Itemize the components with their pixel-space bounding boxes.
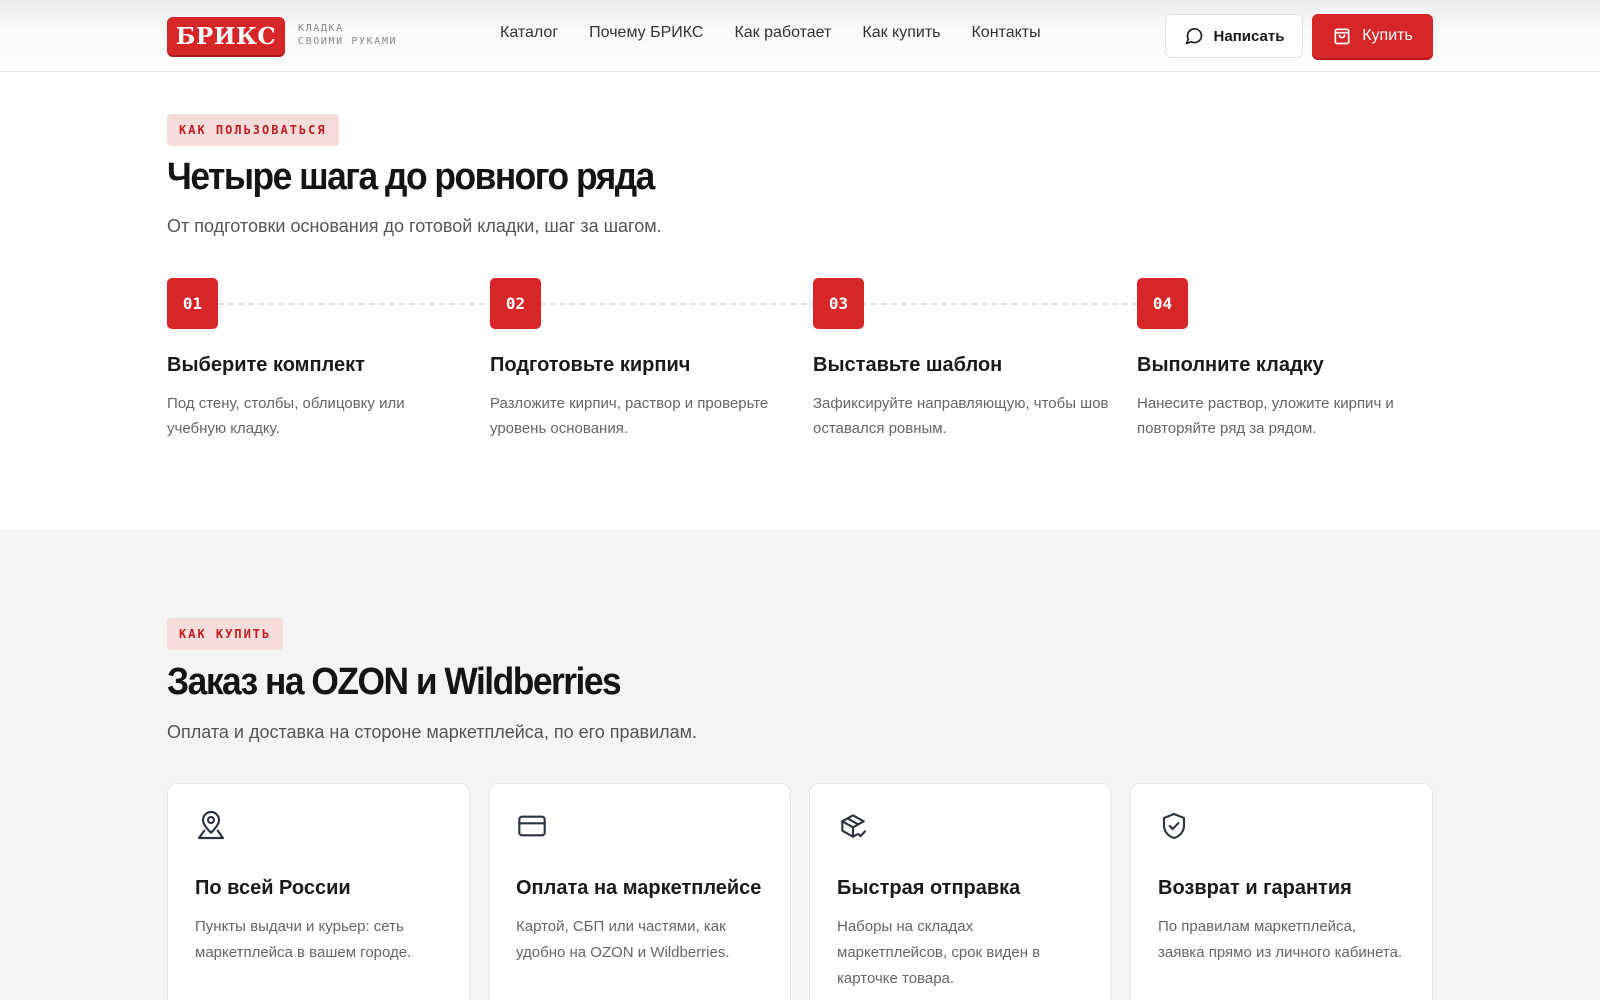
shopping-bag-icon: [1334, 28, 1350, 45]
section-badge-how-to-use: КАК ПОЛЬЗОВАТЬСЯ: [167, 114, 339, 146]
card-text: Наборы на складах маркетплейсов, срок ви…: [837, 918, 1041, 987]
step-item: 02 Подготовьте кирпич Разложите кирпич, …: [490, 278, 790, 441]
section-lead-how-to-buy: Оплата и доставка на стороне маркетплейс…: [167, 722, 698, 742]
step-item: 03 Выставьте шаблон Зафиксируйте направл…: [813, 278, 1113, 441]
nav-item-catalog[interactable]: Каталог: [500, 24, 558, 42]
step-item: 01 Выберите комплект Под стену, столбы, …: [167, 278, 467, 441]
write-button-label: Написать: [1213, 27, 1285, 45]
nav-item-contacts[interactable]: Контакты: [971, 24, 1040, 42]
step-text: Разложите кирпич, раствор и проверьте ур…: [490, 395, 769, 437]
info-card: Быстрая отправка Наборы на складах марке…: [809, 783, 1112, 1000]
step-title: Выполните кладку: [1137, 354, 1324, 376]
step-text: Нанесите раствор, уложите кирпич и повто…: [1137, 395, 1394, 437]
package-check-icon: [841, 814, 867, 838]
step-title: Выберите комплект: [167, 354, 365, 376]
write-button[interactable]: Написать: [1165, 14, 1303, 58]
step-number: 04: [1137, 278, 1188, 329]
nav-item-how-it-works[interactable]: Как работает: [734, 24, 831, 42]
info-card: Оплата на маркетплейсе Картой, СБП или ч…: [488, 783, 791, 1000]
buy-button[interactable]: Купить: [1312, 14, 1433, 58]
step-title: Подготовьте кирпич: [490, 354, 691, 376]
chat-bubble-icon: [1185, 28, 1202, 45]
step-number: 01: [167, 278, 218, 329]
nav-item-why[interactable]: Почему БРИКС: [589, 24, 703, 42]
section-title-how-to-buy: Заказ на OZON и Wildberries: [167, 661, 622, 703]
step-text: Под стену, столбы, облицовку или учебную…: [167, 395, 405, 437]
nav-item-how-to-buy[interactable]: Как купить: [862, 24, 940, 42]
section-badge-how-to-buy: КАК КУПИТЬ: [167, 618, 284, 650]
card-title: По всей России: [195, 877, 351, 899]
step-number: 03: [813, 278, 864, 329]
credit-card-icon: [518, 815, 546, 837]
step-number: 02: [490, 278, 541, 329]
brand-logo[interactable]: БРИКС: [167, 17, 285, 55]
step-title: Выставьте шаблон: [813, 354, 1003, 376]
map-pin-icon: [197, 811, 225, 840]
buy-button-label: Купить: [1362, 27, 1413, 44]
shield-check-icon: [1162, 812, 1186, 840]
card-text: По правилам маркетплейса, заявка прямо и…: [1158, 918, 1403, 961]
step-text: Зафиксируйте направляющую, чтобы шов ост…: [813, 395, 1109, 437]
main-nav: Каталог Почему БРИКС Как работает Как ку…: [500, 24, 1072, 42]
card-title: Возврат и гарантия: [1158, 877, 1352, 899]
brand-tagline-line1: КЛАДКА: [298, 23, 344, 34]
step-item: 04 Выполните кладку Нанесите раствор, ул…: [1137, 278, 1437, 441]
card-title: Быстрая отправка: [837, 877, 1021, 899]
card-text: Картой, СБП или частями, как удобно на O…: [516, 918, 730, 961]
card-text: Пункты выдачи и курьер: сеть маркетплейс…: [195, 918, 412, 961]
card-title: Оплата на маркетплейсе: [516, 877, 762, 899]
brand-tagline: КЛАДКА СВОИМИ РУКАМИ: [298, 22, 397, 48]
section-lead-how-to-use: От подготовки основания до готовой кладк…: [167, 216, 662, 236]
info-card: Возврат и гарантия По правилам маркетпле…: [1130, 783, 1433, 1000]
site-header: БРИКС КЛАДКА СВОИМИ РУКАМИ Каталог Почем…: [0, 0, 1600, 72]
info-card: По всей России Пункты выдачи и курьер: с…: [167, 783, 470, 1000]
section-title-how-to-use: Четыре шага до ровного ряда: [167, 156, 655, 198]
brand-tagline-line2: СВОИМИ РУКАМИ: [298, 36, 398, 47]
